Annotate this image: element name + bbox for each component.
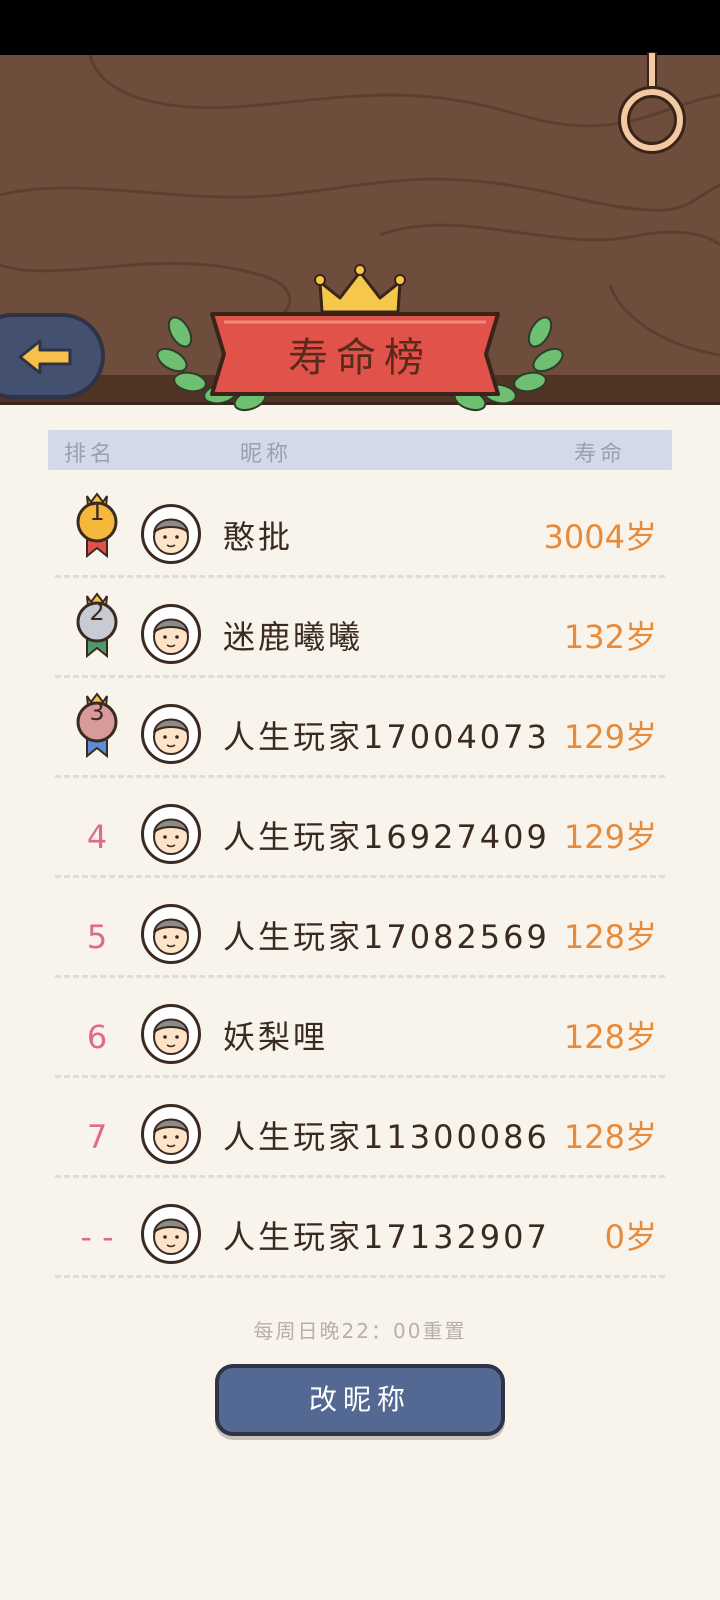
bald-old-man-icon [141, 704, 201, 764]
rank-number: 7 [86, 1118, 108, 1156]
old-man-icon [141, 904, 201, 964]
back-button[interactable] [0, 313, 105, 399]
leaderboard-row: 6 妖梨哩 128岁 [55, 978, 665, 1078]
player-nickname: 人生玩家17004073 [223, 718, 550, 756]
player-lifespan: 3004岁 [543, 518, 657, 556]
player-lifespan: 128岁 [563, 1018, 657, 1056]
rank-number: 6 [86, 1018, 108, 1056]
leaderboard-row: 2 迷鹿曦曦 132岁 [55, 578, 665, 678]
player-lifespan: 128岁 [563, 1118, 657, 1156]
leaderboard-row: 5 人生玩家17082569 128岁 [55, 878, 665, 978]
reset-note: 每周日晚22：00重置 [253, 1319, 467, 1343]
rank-cell: 6 [75, 1004, 119, 1074]
leaderboard-row: 4 人生玩家16927409 129岁 [55, 778, 665, 878]
woman-icon [141, 1004, 201, 1064]
rank-cell: 7 [75, 1104, 119, 1174]
player-lifespan: 128岁 [563, 918, 657, 956]
rank-number: 3 [89, 698, 105, 726]
rank-cell: 5 [75, 904, 119, 974]
player-lifespan: 0岁 [604, 1218, 657, 1256]
ring-hook-icon [618, 52, 686, 154]
leaderboard-row: 1 憨批 3004岁 [55, 478, 665, 578]
player-lifespan: 132岁 [563, 618, 657, 656]
player-nickname: 迷鹿曦曦 [223, 618, 364, 656]
bald-man-icon [141, 1104, 201, 1164]
grandma-icon [141, 504, 201, 564]
rank-cell: - - [75, 1204, 119, 1274]
column-header: 排名 昵称 寿命 [48, 430, 672, 470]
leaderboard-row: 3 人生玩家17004073 129岁 [55, 678, 665, 778]
rank-number: 5 [86, 918, 108, 956]
column-nickname: 昵称 [240, 442, 293, 467]
player-nickname: 憨批 [223, 518, 294, 556]
column-lifespan: 寿命 [574, 442, 627, 467]
rename-button[interactable]: 改昵称 [215, 1364, 505, 1436]
player-lifespan: 129岁 [563, 718, 657, 756]
crown-icon [314, 264, 406, 314]
old-woman-icon [141, 804, 201, 864]
player-nickname: 人生玩家16927409 [223, 818, 550, 856]
baby-icon [141, 1204, 201, 1264]
rank-number: 4 [86, 818, 108, 856]
old-woman-icon [141, 604, 201, 664]
status-bar [0, 0, 720, 55]
leaderboard-row: 7 人生玩家11300086 128岁 [55, 1078, 665, 1178]
leaderboard-row: - - 人生玩家17132907 0岁 [55, 1178, 665, 1278]
player-nickname: 人生玩家17132907 [223, 1218, 550, 1256]
player-lifespan: 129岁 [563, 818, 657, 856]
column-rank: 排名 [64, 442, 117, 467]
rank-number: 2 [89, 598, 105, 626]
rename-button-label: 改昵称 [308, 1383, 411, 1416]
player-nickname: 妖梨哩 [223, 1018, 329, 1056]
rank-number: - - [80, 1218, 114, 1256]
player-nickname: 人生玩家11300086 [223, 1118, 550, 1156]
player-nickname: 人生玩家17082569 [223, 918, 550, 956]
back-arrow-icon [18, 339, 72, 375]
page-title: 寿命榜 [288, 335, 432, 381]
rank-number: 1 [89, 498, 105, 526]
rank-cell: 4 [75, 804, 119, 874]
